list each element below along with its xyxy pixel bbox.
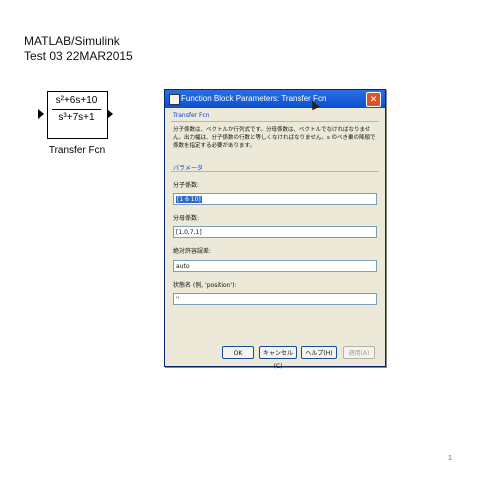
cancel-button[interactable]: キャンセル(C) <box>259 346 297 370</box>
section-divider <box>171 121 379 122</box>
function-block-parameters-dialog: Function Block Parameters: Transfer Fcn … <box>164 89 386 370</box>
close-icon: ✕ <box>369 94 378 104</box>
section-label: Transfer Fcn <box>173 112 210 119</box>
slide-title-line-2: Test 03 22MAR2015 <box>24 49 133 63</box>
denominator-text: s³+7s+1 <box>58 112 95 123</box>
block-description: 分子係数は、ベクトルか行列式です。分母係数は、ベクトルでなければなりません。出力… <box>173 127 376 149</box>
close-button[interactable]: ✕ <box>366 92 381 107</box>
denominator-input[interactable]: [1,0,7,1] <box>173 226 377 238</box>
parameters-divider <box>171 171 379 172</box>
fraction-bar <box>52 109 101 110</box>
ok-button[interactable]: OK <box>222 346 254 359</box>
transfer-function-expression: s²+6s+10 s³+7s+1 <box>49 95 104 124</box>
numerator-label: 分子係数: <box>173 182 200 189</box>
apply-button[interactable]: 適用(A) <box>343 346 375 359</box>
page-number: 1 <box>448 455 452 462</box>
help-button[interactable]: ヘルプ(H) <box>301 346 337 359</box>
numerator-input[interactable]: [1 6 10] <box>173 193 377 205</box>
slide-title-line-1: MATLAB/Simulink <box>24 34 120 48</box>
dialog-titlebar[interactable]: Function Block Parameters: Transfer Fcn … <box>165 90 385 108</box>
numerator-text: s²+6s+10 <box>55 95 98 106</box>
state-name-label: 状態名 (例, 'position'): <box>173 282 237 289</box>
numerator-value: [1 6 10] <box>176 196 202 203</box>
block-name[interactable]: Transfer Fcn <box>42 145 112 156</box>
input-port-arrow-icon[interactable] <box>38 109 44 119</box>
slide-title: MATLAB/Simulink Test 03 22MAR2015 <box>24 34 133 64</box>
absolute-tolerance-input[interactable]: auto <box>173 260 377 272</box>
output-port-arrow-icon[interactable] <box>107 109 113 119</box>
matlab-window-icon <box>169 94 180 105</box>
dialog-title: Function Block Parameters: Transfer Fcn <box>181 94 327 103</box>
absolute-tolerance-label: 絶対許容誤差: <box>173 248 212 255</box>
denominator-label: 分母係数: <box>173 215 200 222</box>
state-name-input[interactable]: '' <box>173 293 377 305</box>
